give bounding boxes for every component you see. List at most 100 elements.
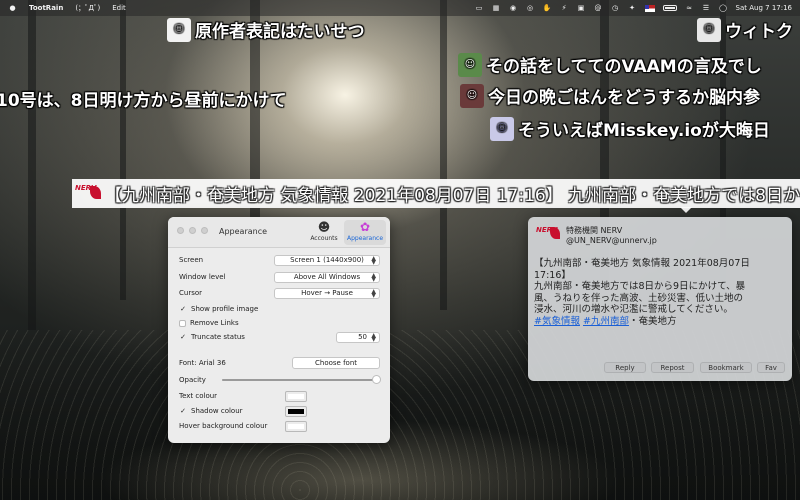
- tab-appearance-label: Appearance: [346, 235, 384, 242]
- choose-font-label: Choose font: [315, 359, 357, 367]
- reply-button[interactable]: Reply: [604, 362, 646, 373]
- minimize-window-button[interactable]: [189, 227, 196, 234]
- cursor-select-value: Hover → Pause: [301, 289, 353, 297]
- choose-font-button[interactable]: Choose font: [292, 357, 380, 369]
- menu-clock[interactable]: Sat Aug 7 17:16: [736, 4, 792, 12]
- fav-button[interactable]: Fav: [757, 362, 785, 373]
- tab-accounts-label: Accounts: [310, 235, 338, 242]
- ticker-text: 【九州南部・奄美地方 気象情報 2021年08月07日 17:16】 九州南部・…: [105, 186, 800, 206]
- forest-tree-trunk: [440, 0, 447, 310]
- show-profile-image-checkbox[interactable]: ✓: [179, 305, 187, 313]
- shadow-colour-well[interactable]: [285, 405, 307, 417]
- wifi-icon[interactable]: ≈: [685, 4, 694, 13]
- toot-body-line: 風、うねりを伴った高波、土砂災害、低い土地の: [534, 292, 744, 304]
- remove-links-checkbox[interactable]: [179, 319, 186, 327]
- screen-label: Screen: [179, 256, 204, 264]
- bolt-icon[interactable]: ⚡: [560, 4, 569, 13]
- opacity-label: Opacity: [179, 376, 206, 384]
- truncate-status-row: ✓ Truncate status 50 ▲ ▼: [179, 331, 380, 343]
- battery-icon[interactable]: [662, 5, 677, 11]
- lock-icon[interactable]: ▣: [577, 4, 586, 13]
- remove-links-label: Remove Links: [190, 319, 239, 327]
- us-flag-icon[interactable]: [644, 4, 655, 12]
- hashtag-link[interactable]: #気象情報: [534, 316, 580, 327]
- show-profile-image-row[interactable]: ✓ Show profile image: [179, 303, 380, 315]
- comment-text: ウィトク: [725, 22, 793, 42]
- toot-body-line: 17:16】: [534, 269, 571, 281]
- cursor-select[interactable]: Hover → Pause ▲ ▼: [274, 287, 380, 299]
- opacity-slider-knob[interactable]: [371, 375, 381, 384]
- comment-text: その話をしててのVAAMの言及でし: [486, 57, 762, 77]
- opacity-slider[interactable]: [222, 375, 381, 385]
- window-level-select[interactable]: Above All Windows ▲ ▼: [274, 271, 380, 283]
- tab-accounts[interactable]: ☻ Accounts: [306, 220, 342, 245]
- truncate-length-stepper[interactable]: 50 ▲ ▼: [336, 331, 380, 343]
- menu-face[interactable]: (；ﾟДﾟ): [75, 3, 100, 13]
- menu-bar: ● TootRain (；ﾟДﾟ) Edit ▭ ▦ ◉ ◎ ✋ ⚡ ▣ @ ◷…: [0, 0, 800, 16]
- opacity-row: Opacity: [179, 374, 381, 386]
- comment-avatar: ☺: [167, 17, 191, 42]
- grid-icon[interactable]: ▦: [492, 4, 501, 13]
- floating-comment: ☺ その話をしててのVAAMの言及でし: [458, 52, 762, 77]
- record-icon[interactable]: ◉: [509, 4, 518, 13]
- star-icon[interactable]: ✦: [628, 4, 637, 13]
- toot-body-line: #気象情報 #九州南部・奄美地方: [534, 316, 784, 328]
- chevron-updown-icon: ▲ ▼: [371, 287, 376, 299]
- reply-label: Reply: [615, 363, 635, 372]
- bookmark-button[interactable]: Bookmark: [700, 362, 752, 373]
- airplay-icon[interactable]: ▭: [475, 4, 484, 13]
- at-sign-icon[interactable]: @: [594, 4, 603, 13]
- nerv-avatar-icon: NERV: [536, 226, 562, 244]
- window-level-row: Window level Above All Windows ▲ ▼: [179, 271, 380, 283]
- comment-text: そういえばMisskey.ioが大晦日: [518, 121, 770, 141]
- person-icon: ☻: [317, 220, 331, 234]
- shadow-colour-checkbox[interactable]: ✓: [179, 407, 187, 415]
- toot-body-line: 【九州南部・奄美地方 気象情報 2021年08月07日: [534, 258, 750, 269]
- window-level-select-value: Above All Windows: [293, 273, 361, 281]
- comment-text: 原作者表記はたいせつ: [195, 22, 365, 42]
- hover-bg-colour-well[interactable]: [285, 420, 307, 432]
- floating-comment: 10号は、8日明け方から昼前にかけて: [0, 86, 287, 111]
- siri-icon[interactable]: ◯: [719, 4, 728, 13]
- truncate-length-value: 50: [358, 333, 367, 341]
- screen-row: Screen Screen 1 (1440x900) ▲ ▼: [179, 254, 380, 266]
- nerv-logo-icon: NERV: [75, 184, 101, 204]
- ticker-pointer: [680, 207, 692, 213]
- font-row: Font: Arial 36 Choose font: [179, 357, 380, 369]
- toot-display-name: 特務機関 NERV: [566, 226, 623, 235]
- shadow-colour-row: ✓ Shadow colour: [179, 405, 380, 417]
- toot-body: 【九州南部・奄美地方 気象情報 2021年08月07日 17:16】 九州南部・…: [534, 258, 784, 327]
- comment-text: 10号は、8日明け方から昼前にかけて: [0, 91, 287, 111]
- screen-select[interactable]: Screen 1 (1440x900) ▲ ▼: [274, 254, 380, 266]
- cursor-label: Cursor: [179, 289, 203, 297]
- hover-bg-colour-label: Hover background colour: [179, 422, 268, 430]
- close-window-button[interactable]: [177, 227, 184, 234]
- floating-comment: ☺ 原作者表記はたいせつ: [167, 17, 365, 42]
- clock-icon[interactable]: ◷: [611, 4, 620, 13]
- zoom-window-button[interactable]: [201, 227, 208, 234]
- control-center-icon[interactable]: ☰: [702, 4, 711, 13]
- window-titlebar[interactable]: Appearance ☻ Accounts ✿ Appearance: [168, 217, 390, 248]
- tab-appearance[interactable]: ✿ Appearance: [344, 220, 386, 245]
- apple-logo-icon[interactable]: ●: [8, 4, 17, 13]
- toggle-icon[interactable]: ◎: [526, 4, 535, 13]
- hover-bg-colour-swatch: [288, 423, 304, 429]
- truncate-status-label: Truncate status: [191, 333, 245, 341]
- truncate-status-checkbox[interactable]: ✓: [179, 333, 187, 341]
- text-colour-well[interactable]: [285, 390, 307, 402]
- shadow-colour-label: Shadow colour: [191, 407, 243, 415]
- ticker-banner[interactable]: NERV 【九州南部・奄美地方 気象情報 2021年08月07日 17:16】 …: [72, 179, 800, 208]
- comment-avatar: ☺: [460, 83, 484, 108]
- window-title: Appearance: [219, 227, 268, 236]
- hand-icon[interactable]: ✋: [543, 4, 552, 13]
- stepper-arrows-icon[interactable]: ▲ ▼: [371, 332, 376, 342]
- toot-actions: Reply Repost Bookmark Fav: [528, 362, 792, 374]
- chevron-updown-icon: ▲ ▼: [371, 254, 376, 266]
- appearance-window: Appearance ☻ Accounts ✿ Appearance Scree…: [168, 217, 390, 443]
- remove-links-row[interactable]: Remove Links: [179, 317, 380, 329]
- menu-app-name[interactable]: TootRain: [29, 4, 63, 12]
- menu-edit[interactable]: Edit: [112, 4, 126, 12]
- color-wheel-icon: ✿: [359, 220, 371, 234]
- hashtag-link[interactable]: #九州南部: [583, 316, 629, 327]
- repost-button[interactable]: Repost: [651, 362, 694, 373]
